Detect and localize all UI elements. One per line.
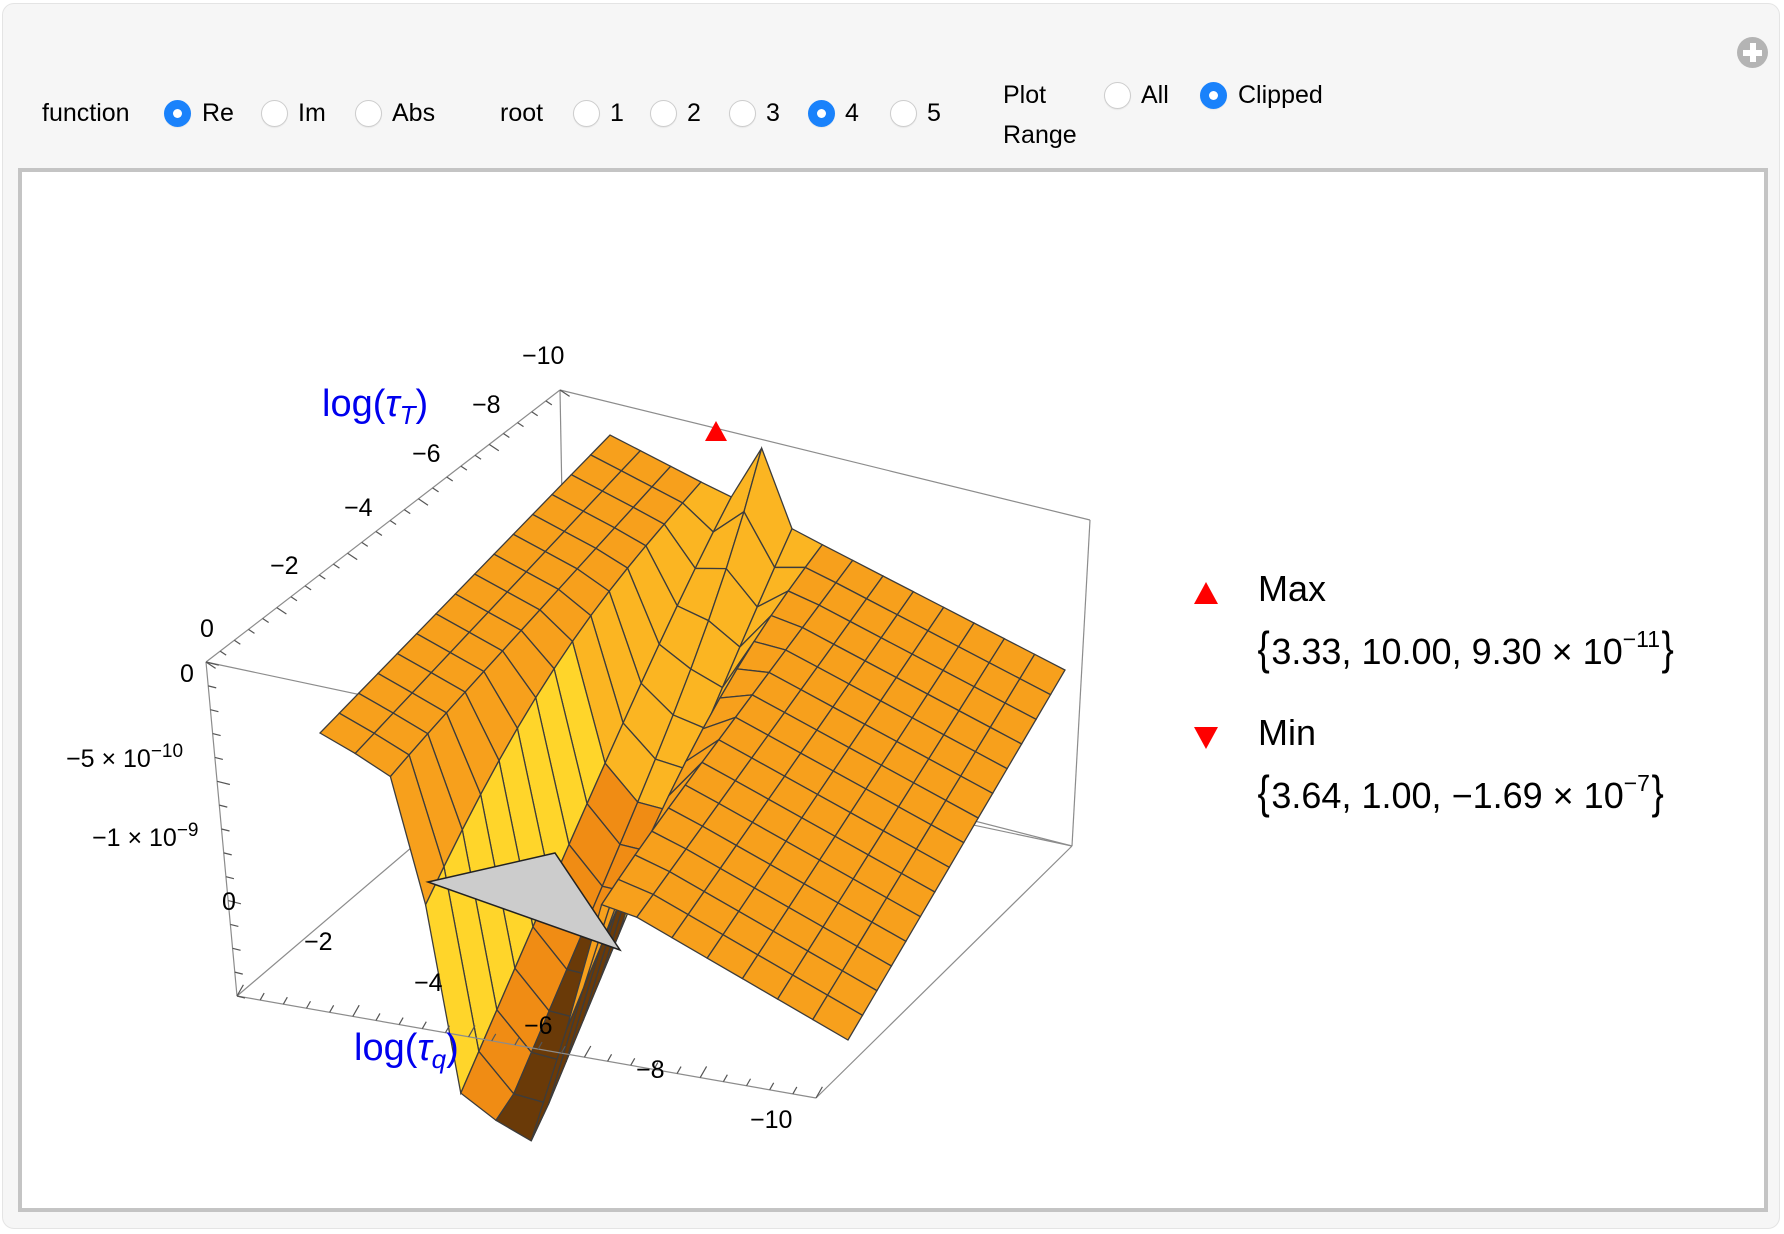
min-marker-icon <box>1194 727 1218 749</box>
axis-tick <box>304 585 312 591</box>
axis-tick <box>347 552 358 561</box>
surface-mesh <box>318 434 1066 1142</box>
y-tick-label: −6 <box>412 440 441 468</box>
axis-tick <box>216 780 231 786</box>
axis-tick <box>219 650 227 656</box>
axis-tick <box>398 1017 404 1025</box>
axis-tick <box>352 1004 360 1017</box>
axis-tick <box>210 709 219 713</box>
axis-tick <box>403 509 411 515</box>
axis-tick <box>699 1066 708 1078</box>
axis-tick <box>232 947 241 951</box>
axis-tick <box>318 574 326 580</box>
axis-tick <box>290 596 298 602</box>
z-tick-labels: 0 −5 × 10−10 −1 × 10−9 <box>66 660 198 852</box>
box-edge <box>1071 519 1091 847</box>
axis-tick <box>262 617 269 623</box>
axis-tick <box>792 1086 798 1095</box>
x-tick-label: −10 <box>750 1106 792 1134</box>
y-tick-label: −4 <box>344 494 373 522</box>
z-tick-label: −1 × 10−9 <box>92 820 198 852</box>
y-tick-label: −2 <box>270 552 299 580</box>
axis-tick <box>375 530 383 536</box>
axis-tick <box>676 1066 682 1074</box>
z-tick-label: 0 <box>180 660 194 688</box>
axis-tick <box>333 563 340 569</box>
axis-tick <box>282 996 288 1005</box>
axis-tick <box>225 876 235 880</box>
axis-tick <box>531 411 539 417</box>
y-tick-label: 0 <box>200 615 214 643</box>
axis-tick <box>329 1005 335 1013</box>
y-tick-label: −8 <box>472 391 501 419</box>
axis-tick <box>769 1082 775 1091</box>
axis-tick <box>460 465 468 471</box>
axis-tick <box>276 607 287 615</box>
legend-min-value: {3.64, 1.00, −1.69 × 10−7} <box>1257 766 1664 818</box>
x-tick-label: −4 <box>414 969 443 997</box>
axis-tick <box>583 1045 592 1058</box>
axis-tick <box>630 1058 636 1066</box>
axis-tick <box>517 422 524 428</box>
axis-tick <box>418 498 429 506</box>
axis-tick <box>607 1053 613 1062</box>
axis-tick <box>208 685 217 689</box>
axis-tick <box>545 400 553 406</box>
max-marker-icon <box>1194 582 1218 604</box>
axis-tick <box>745 1078 752 1087</box>
legend-min-label: Min <box>1258 712 1317 753</box>
x-tick-label: 0 <box>222 888 236 916</box>
axis-tick <box>389 520 397 526</box>
axis-tick <box>722 1074 728 1082</box>
axis-tick <box>248 628 255 634</box>
legend-max-value: {3.33, 10.00, 9.30 × 10−11} <box>1257 622 1674 674</box>
axis-tick <box>503 433 510 439</box>
axis-tick <box>230 923 239 928</box>
axis-tick <box>361 541 369 547</box>
surface-plot[interactable]: −10 −8 −6 −4 −2 0 0 −5 × 10−10 −1 × 10−9… <box>0 0 1784 1234</box>
z-tick-label: −5 × 10−10 <box>66 741 183 773</box>
x-tick-label: −2 <box>304 928 333 956</box>
axis-tick <box>474 454 482 460</box>
axis-tick <box>234 971 243 975</box>
axis-tick <box>214 756 224 761</box>
axis-tick <box>305 1000 312 1009</box>
axis-tick <box>375 1013 381 1021</box>
axis-tick <box>212 732 221 737</box>
axis-tick <box>236 984 244 997</box>
axis-tick <box>432 487 439 493</box>
y-axis-title: log(τT) <box>322 383 428 430</box>
axis-tick <box>223 852 232 856</box>
axis-tick <box>259 992 265 1001</box>
axis-tick <box>233 639 241 645</box>
x-tick-label: −8 <box>636 1056 665 1084</box>
axis-tick <box>221 828 230 832</box>
legend-max-label: Max <box>1258 568 1327 609</box>
axis-tick <box>446 476 454 482</box>
axis-tick <box>488 443 500 452</box>
axis-tick <box>219 804 228 808</box>
x-tick-label: −6 <box>524 1012 553 1040</box>
y-tick-label: −10 <box>522 342 564 370</box>
x-axis-title: log(τq) <box>354 1027 459 1074</box>
max-marker <box>705 421 727 441</box>
